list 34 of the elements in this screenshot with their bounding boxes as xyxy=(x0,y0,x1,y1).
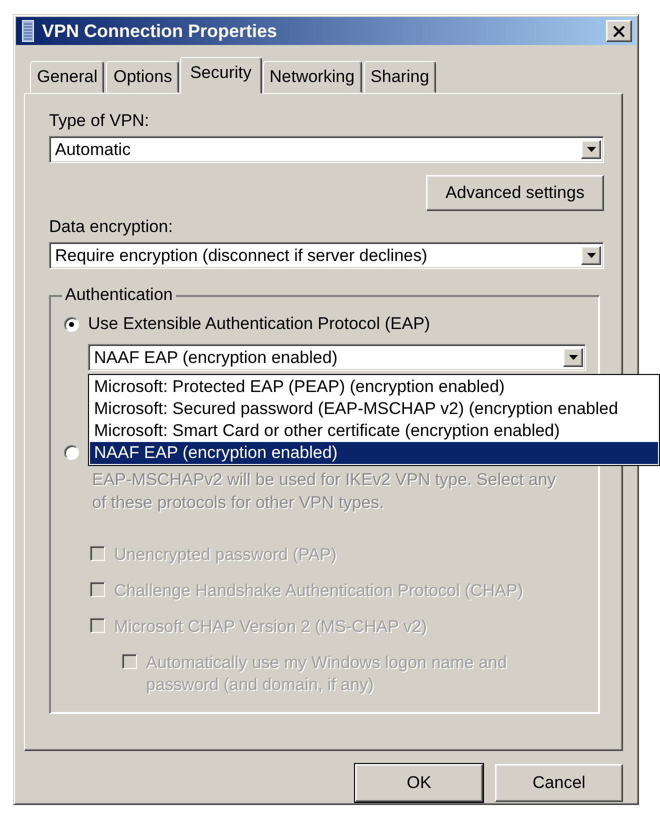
ok-button[interactable]: OK xyxy=(355,764,483,802)
dropdown-button[interactable] xyxy=(563,348,583,367)
tab[interactable]: Options xyxy=(106,61,180,93)
tab[interactable]: Networking xyxy=(262,61,362,93)
server-icon xyxy=(22,20,34,42)
dropdown-value: Automatic xyxy=(55,140,132,160)
radio-label: Use Extensible Authentication Protocol (EAP) xyxy=(88,314,430,334)
dropdown-option[interactable]: NAAF EAP (encryption enabled) xyxy=(90,442,658,464)
encryption-dropdown[interactable]: Require encryption (disconnect if server declines) xyxy=(49,242,604,269)
tab[interactable]: Security xyxy=(180,57,262,94)
field-label: Type of VPN: xyxy=(49,111,150,131)
description-text: EAP-MSCHAPv2 will be used for IKEv2 VPN type. Select any of these protocols for other VPN types. xyxy=(92,469,557,514)
tab[interactable]: Sharing xyxy=(364,61,436,93)
radio-button[interactable] xyxy=(64,445,79,460)
advanced-settings-button[interactable]: Advanced settings xyxy=(426,175,604,211)
dropdown-value: Require encryption (disconnect if server declines) xyxy=(55,246,428,266)
close-icon xyxy=(613,26,625,36)
caret-icon xyxy=(568,355,578,360)
window-title: VPN Connection Properties xyxy=(42,20,278,42)
caret-icon xyxy=(586,147,596,152)
close-button[interactable] xyxy=(606,20,632,42)
cancel-button[interactable]: Cancel xyxy=(495,764,623,802)
radio-button[interactable] xyxy=(64,316,79,332)
vpn-type-dropdown[interactable]: Automatic xyxy=(49,136,604,163)
tab[interactable]: General xyxy=(30,61,104,93)
dropdown-button[interactable] xyxy=(581,140,601,159)
caret-icon xyxy=(586,253,596,258)
field-label: Data encryption: xyxy=(49,217,174,237)
dropdown-option[interactable]: Microsoft: Protected EAP (PEAP) (encryption enabled) xyxy=(90,376,658,398)
dropdown-option[interactable]: Microsoft: Smart Card or other certificate (encryption enabled) xyxy=(90,420,658,442)
dropdown-button[interactable] xyxy=(581,246,601,265)
dropdown-option[interactable]: Microsoft: Secured password (EAP-MSCHAP v2) (encryption enabled xyxy=(90,398,658,420)
dropdown-value: NAAF EAP (encryption enabled) xyxy=(94,348,338,368)
eap-method-dropdown[interactable]: NAAF EAP (encryption enabled) xyxy=(88,344,586,371)
